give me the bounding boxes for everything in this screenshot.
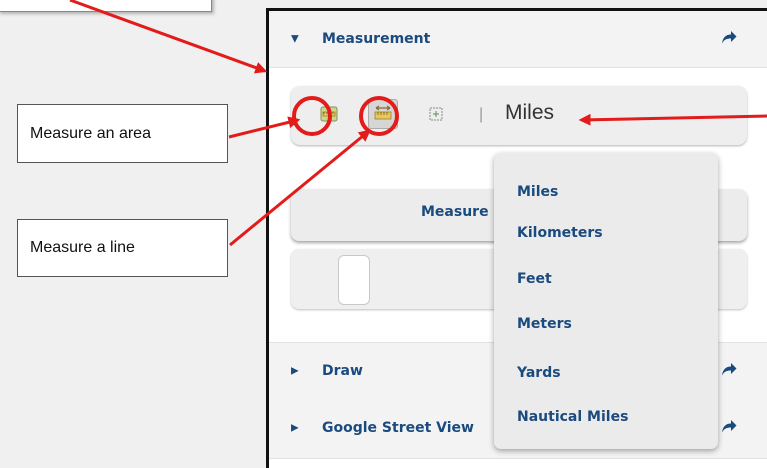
arrow-to-line-tool [229, 129, 371, 247]
arrow-to-area-tool [228, 116, 301, 139]
arrow-to-panel [69, 0, 268, 74]
arrow-to-unit [578, 113, 767, 126]
annotation-arrows [69, 0, 767, 247]
